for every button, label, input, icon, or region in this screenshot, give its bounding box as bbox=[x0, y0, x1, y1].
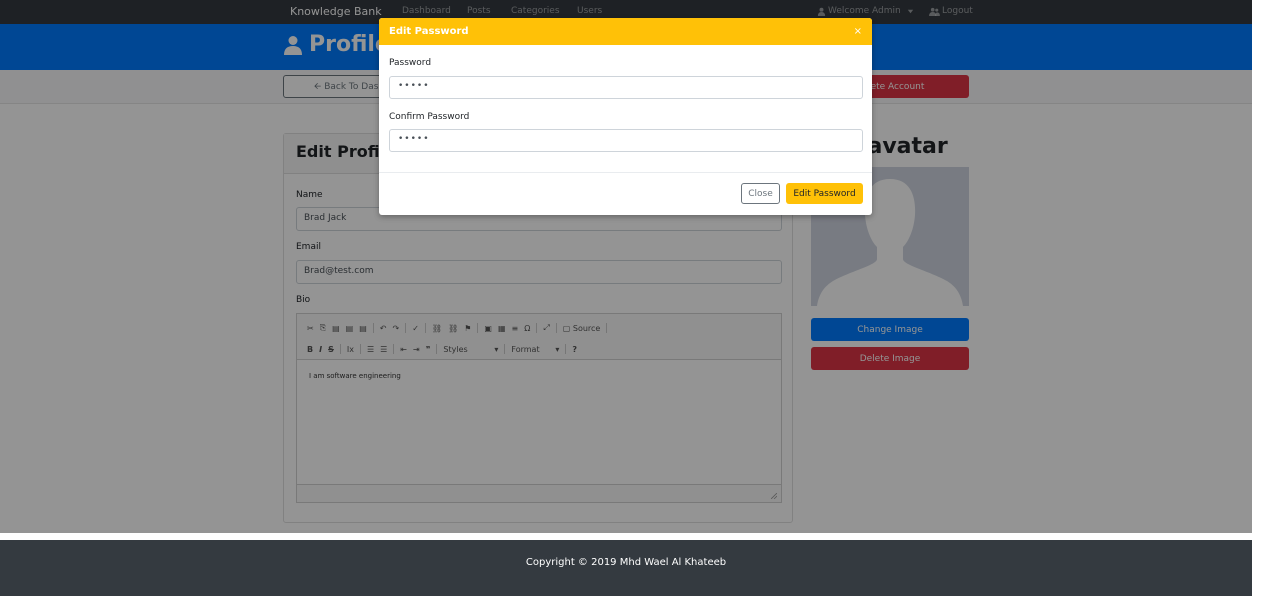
modal-title: Edit Password bbox=[389, 26, 469, 37]
edit-password-submit-button[interactable]: Edit Password bbox=[786, 183, 863, 204]
footer-copyright: Copyright © 2019 Mhd Wael Al Khateeb bbox=[525, 557, 727, 568]
confirm-password-input[interactable]: ••••• bbox=[389, 129, 863, 152]
confirm-password-label: Confirm Password bbox=[389, 112, 470, 122]
password-label: Password bbox=[389, 58, 432, 68]
modal-header: Edit Password × bbox=[379, 18, 872, 45]
modal-divider bbox=[379, 172, 872, 173]
modal-close-button[interactable]: Close bbox=[741, 183, 780, 204]
edit-password-modal: Edit Password × Password ••••• Confirm P… bbox=[379, 18, 872, 215]
password-input[interactable]: ••••• bbox=[389, 76, 863, 99]
close-icon[interactable]: × bbox=[854, 26, 862, 37]
footer: Copyright © 2019 Mhd Wael Al Khateeb bbox=[0, 540, 1252, 596]
scrollbar-track bbox=[1252, 0, 1268, 596]
